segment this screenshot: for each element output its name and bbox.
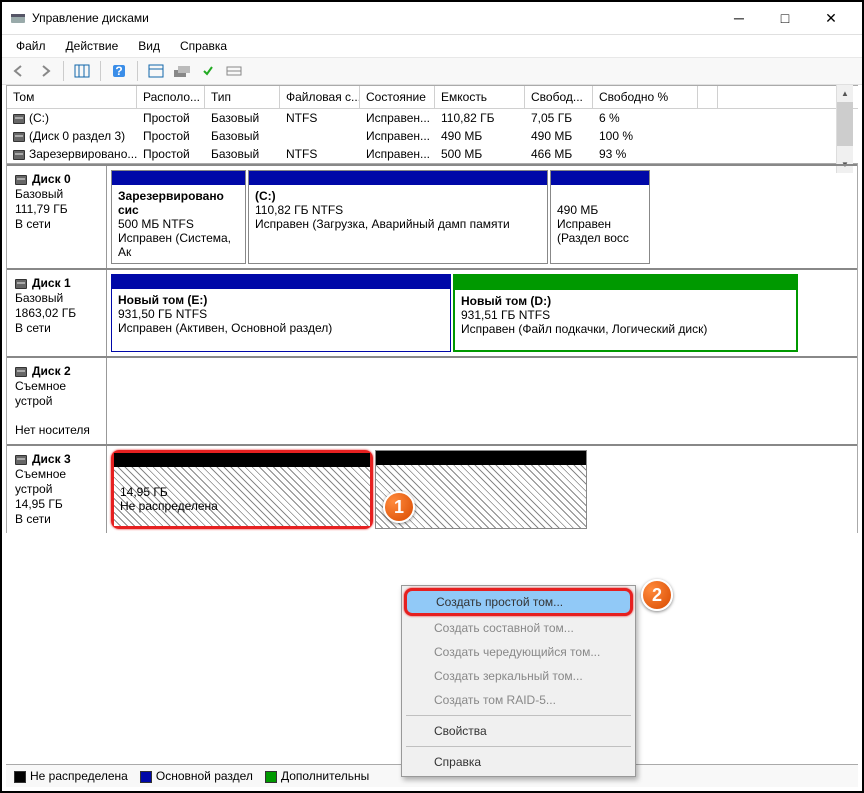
toolbar-btn-1[interactable] bbox=[71, 60, 93, 82]
app-icon bbox=[10, 10, 26, 26]
ctx-create-striped: Создать чередующийся том... bbox=[404, 640, 633, 664]
toolbar-btn-4[interactable] bbox=[197, 60, 219, 82]
partition[interactable]: Новый том (D:)931,51 ГБ NTFSИсправен (Фа… bbox=[453, 274, 798, 352]
menubar: Файл Действие Вид Справка bbox=[2, 35, 862, 57]
disk-row: Диск 0Базовый111,79 ГБВ сетиЗарезервиров… bbox=[7, 164, 857, 268]
toolbar-btn-5[interactable] bbox=[223, 60, 245, 82]
table-row[interactable]: Зарезервировано...ПростойБазовыйNTFSИспр… bbox=[7, 145, 858, 163]
col-pct[interactable]: Свободно % bbox=[593, 86, 698, 108]
partition[interactable]: 14,95 ГБНе распределена bbox=[111, 450, 373, 529]
ctx-help[interactable]: Справка bbox=[404, 750, 633, 774]
toolbar-btn-3[interactable] bbox=[171, 60, 193, 82]
disk-row: Диск 1Базовый1863,02 ГБВ сетиНовый том (… bbox=[7, 268, 857, 356]
menu-view[interactable]: Вид bbox=[130, 37, 168, 55]
partition-bar bbox=[551, 171, 649, 185]
partition-bar bbox=[249, 171, 547, 185]
table-row[interactable]: (C:)ПростойБазовыйNTFSИсправен...110,82 … bbox=[7, 109, 858, 127]
partition-body: Новый том (E:)931,50 ГБ NTFSИсправен (Ак… bbox=[112, 289, 450, 351]
maximize-button[interactable]: □ bbox=[762, 3, 808, 33]
partition-bar bbox=[112, 275, 450, 289]
partition[interactable]: (C:)110,82 ГБ NTFSИсправен (Загрузка, Ав… bbox=[248, 170, 548, 264]
col-status[interactable]: Состояние bbox=[360, 86, 435, 108]
annotation-badge-1: 1 bbox=[383, 491, 415, 523]
ctx-properties[interactable]: Свойства bbox=[404, 719, 633, 743]
minimize-button[interactable]: ─ bbox=[716, 3, 762, 33]
partition-body: Новый том (D:)931,51 ГБ NTFSИсправен (Фа… bbox=[455, 290, 796, 350]
col-type[interactable]: Тип bbox=[205, 86, 280, 108]
table-row[interactable]: (Диск 0 раздел 3)ПростойБазовыйИсправен.… bbox=[7, 127, 858, 145]
forward-button[interactable] bbox=[34, 60, 56, 82]
col-capacity[interactable]: Емкость bbox=[435, 86, 525, 108]
partition[interactable]: Новый том (E:)931,50 ГБ NTFSИсправен (Ак… bbox=[111, 274, 451, 352]
ctx-create-spanned: Создать составной том... bbox=[404, 616, 633, 640]
disk-partitions: 14,95 ГБНе распределена bbox=[107, 446, 857, 533]
table-scrollbar[interactable]: ▲ ▼ bbox=[836, 85, 853, 173]
menu-action[interactable]: Действие bbox=[58, 37, 127, 55]
partition-body: Зарезервировано сис500 МБ NTFSИсправен (… bbox=[112, 185, 245, 263]
disk-label[interactable]: Диск 3Съемное устрой14,95 ГБВ сети bbox=[7, 446, 107, 533]
disk-partitions bbox=[107, 358, 857, 444]
legend-unalloc: Не распределена bbox=[14, 769, 128, 783]
partition-bar bbox=[114, 453, 370, 467]
annotation-badge-2: 2 bbox=[641, 579, 673, 611]
close-button[interactable]: ✕ bbox=[808, 3, 854, 33]
partition-bar bbox=[455, 276, 796, 290]
table-header: Том Располо... Тип Файловая с... Состоян… bbox=[7, 86, 858, 109]
context-menu: Создать простой том... Создать составной… bbox=[401, 585, 636, 777]
disk-partitions: Новый том (E:)931,50 ГБ NTFSИсправен (Ак… bbox=[107, 270, 857, 356]
window-title: Управление дисками bbox=[32, 11, 716, 25]
col-layout[interactable]: Располо... bbox=[137, 86, 205, 108]
disk-label[interactable]: Диск 0Базовый111,79 ГБВ сети bbox=[7, 166, 107, 268]
legend-extended: Дополнительны bbox=[265, 769, 369, 783]
disk-row: Диск 2Съемное устройНет носителя bbox=[7, 356, 857, 444]
toolbar-btn-2[interactable] bbox=[145, 60, 167, 82]
ctx-create-raid5: Создать том RAID-5... bbox=[404, 688, 633, 712]
partition-bar bbox=[112, 171, 245, 185]
disk-row: Диск 3Съемное устрой14,95 ГБВ сети 14,95… bbox=[7, 444, 857, 533]
ctx-create-mirrored: Создать зеркальный том... bbox=[404, 664, 633, 688]
partition[interactable]: Зарезервировано сис500 МБ NTFSИсправен (… bbox=[111, 170, 246, 264]
ctx-create-simple-volume[interactable]: Создать простой том... bbox=[404, 588, 633, 616]
partition-body: (C:)110,82 ГБ NTFSИсправен (Загрузка, Ав… bbox=[249, 185, 547, 263]
legend-primary: Основной раздел bbox=[140, 769, 253, 783]
disk-label[interactable]: Диск 2Съемное устройНет носителя bbox=[7, 358, 107, 444]
help-button[interactable]: ? bbox=[108, 60, 130, 82]
menu-help[interactable]: Справка bbox=[172, 37, 235, 55]
back-button[interactable] bbox=[8, 60, 30, 82]
volume-table: Том Располо... Тип Файловая с... Состоян… bbox=[6, 85, 858, 164]
svg-text:?: ? bbox=[115, 64, 122, 78]
partition[interactable]: 490 МБИсправен (Раздел восс bbox=[550, 170, 650, 264]
menu-file[interactable]: Файл bbox=[8, 37, 54, 55]
disk-partitions: Зарезервировано сис500 МБ NTFSИсправен (… bbox=[107, 166, 857, 268]
partition-body: 490 МБИсправен (Раздел восс bbox=[551, 185, 649, 263]
col-volume[interactable]: Том bbox=[7, 86, 137, 108]
partition-body: 14,95 ГБНе распределена bbox=[114, 467, 370, 526]
disk-label[interactable]: Диск 1Базовый1863,02 ГБВ сети bbox=[7, 270, 107, 356]
titlebar: Управление дисками ─ □ ✕ bbox=[2, 2, 862, 35]
col-free[interactable]: Свобод... bbox=[525, 86, 593, 108]
col-fs[interactable]: Файловая с... bbox=[280, 86, 360, 108]
toolbar: ? bbox=[2, 57, 862, 85]
